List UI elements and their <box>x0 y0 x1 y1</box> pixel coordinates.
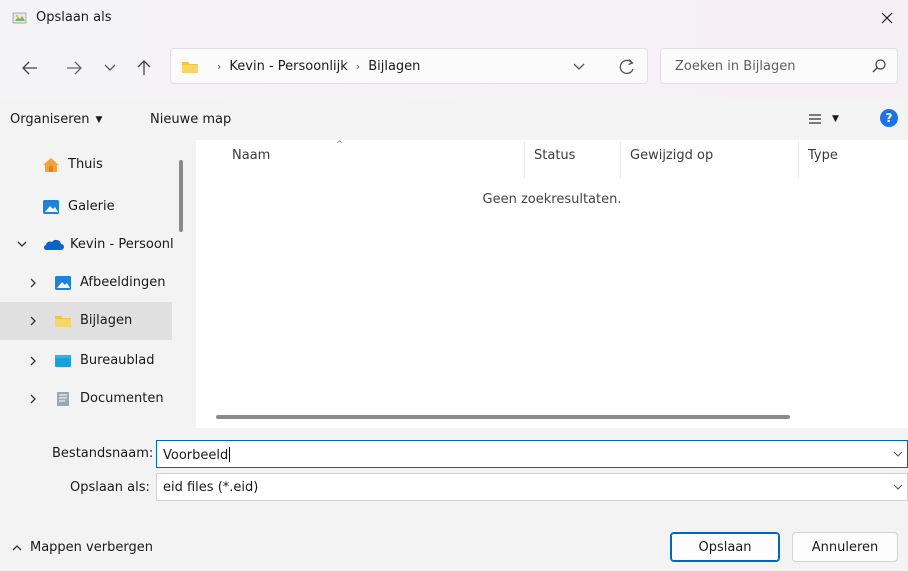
organize-label: Organiseren <box>10 112 90 127</box>
column-header-gewijzigd-op[interactable]: Gewijzigd op <box>630 148 713 163</box>
filetype-select[interactable]: eid files (*.eid) <box>156 473 908 501</box>
sidebar-item-bijlagen[interactable]: Bijlagen <box>0 302 172 340</box>
chevron-right-icon <box>30 278 36 288</box>
sidebar-item-label: Bureaublad <box>80 353 155 368</box>
arrow-up-icon <box>137 60 151 75</box>
breadcrumb-separator-icon: › <box>355 60 361 73</box>
save-button[interactable]: Opslaan <box>670 532 780 562</box>
chevron-up-icon <box>12 544 22 550</box>
hide-folders-button[interactable]: Mappen verbergen <box>12 540 153 555</box>
close-button[interactable] <box>874 6 900 30</box>
breadcrumb-item-kevin[interactable]: Kevin - Persoonlijk <box>229 59 347 74</box>
arrow-right-icon <box>67 61 82 75</box>
help-button[interactable]: ? <box>880 109 898 127</box>
filename-value: Voorbeeld <box>163 447 231 463</box>
sidebar-item-documenten[interactable]: Documenten <box>0 380 172 418</box>
sidebar-item-label: Documenten <box>80 391 164 406</box>
caret-down-icon: ▼ <box>95 114 103 125</box>
chevron-right-icon <box>30 394 36 404</box>
new-folder-button[interactable]: Nieuwe map <box>150 112 231 127</box>
address-bar[interactable]: › Kevin - Persoonlijk › Bijlagen <box>170 48 648 84</box>
chevron-down-icon <box>893 484 903 490</box>
column-header-naam[interactable]: Naam <box>232 148 270 163</box>
chevron-down-icon <box>17 241 27 247</box>
sidebar-item-kevin-persoonlijk[interactable]: Kevin - Persoonl <box>0 226 174 264</box>
empty-message: Geen zoekresultaten. <box>482 192 622 207</box>
column-header-type[interactable]: Type <box>808 148 838 163</box>
title-bar: Opslaan als <box>0 0 908 36</box>
window-title: Opslaan als <box>36 10 112 25</box>
arrow-left-icon <box>22 61 37 75</box>
navigation-scrollbar[interactable] <box>179 160 183 232</box>
organize-button[interactable]: Organiseren ▼ <box>10 112 102 127</box>
chevron-down-icon[interactable] <box>569 59 589 75</box>
navigation-pane: Thuis Galerie Kevin - Persoonl Afbeeldin… <box>0 140 196 428</box>
file-list: ^ Naam Status Gewijzigd op Type Geen zoe… <box>196 140 908 428</box>
sidebar-item-label: Bijlagen <box>80 313 133 328</box>
documents-icon <box>57 392 69 406</box>
search-icon <box>872 59 886 73</box>
filename-text: Voorbeeld <box>163 448 229 463</box>
filetype-value: eid files (*.eid) <box>163 480 259 495</box>
breadcrumb-item-bijlagen[interactable]: Bijlagen <box>368 59 420 74</box>
list-view-icon <box>809 114 821 124</box>
text-cursor <box>229 447 231 462</box>
up-button[interactable] <box>132 56 156 80</box>
search-input[interactable]: Zoeken in Bijlagen <box>660 48 898 84</box>
close-icon <box>881 12 893 24</box>
folder-icon <box>182 62 198 73</box>
save-form: Bestandsnaam: Voorbeeld Opslaan als: eid… <box>0 428 908 571</box>
chevron-right-icon <box>30 316 36 326</box>
horizontal-scrollbar[interactable] <box>216 415 790 419</box>
column-divider[interactable] <box>798 142 799 178</box>
home-icon <box>43 158 59 172</box>
view-options-button[interactable]: ▼ <box>808 110 848 128</box>
app-icon <box>12 12 27 24</box>
sidebar-item-galerie[interactable]: Galerie <box>0 188 172 226</box>
forward-button[interactable] <box>62 56 86 80</box>
gallery-icon <box>43 200 59 214</box>
navigation-bar: › Kevin - Persoonlijk › Bijlagen Zoeken … <box>0 36 908 98</box>
recent-locations-button[interactable] <box>98 56 122 80</box>
sidebar-item-thuis[interactable]: Thuis <box>0 146 172 184</box>
sidebar-item-label: Afbeeldingen <box>80 275 166 290</box>
breadcrumb: › Kevin - Persoonlijk › Bijlagen <box>209 59 420 74</box>
chevron-down-icon[interactable] <box>893 449 903 459</box>
sort-ascending-icon: ^ <box>336 140 344 150</box>
caret-down-icon: ▼ <box>832 114 839 124</box>
desktop-icon <box>55 355 71 367</box>
back-button[interactable] <box>18 56 42 80</box>
search-placeholder: Zoeken in Bijlagen <box>675 59 796 74</box>
sidebar-item-afbeeldingen[interactable]: Afbeeldingen <box>0 264 172 302</box>
cancel-button[interactable]: Annuleren <box>792 532 898 562</box>
column-header-status[interactable]: Status <box>534 148 575 163</box>
refresh-icon[interactable] <box>617 58 637 76</box>
sidebar-item-label: Kevin - Persoonl <box>70 237 174 252</box>
filename-label: Bestandsnaam: <box>52 446 154 461</box>
command-bar: Organiseren ▼ Nieuwe map ▼ ? <box>0 98 908 140</box>
filename-field[interactable]: Voorbeeld <box>156 440 908 468</box>
pictures-icon <box>55 276 71 290</box>
onedrive-icon <box>43 239 64 251</box>
sidebar-item-label: Galerie <box>68 199 115 214</box>
column-divider[interactable] <box>620 142 621 178</box>
sidebar-item-bureaublad[interactable]: Bureaublad <box>0 342 172 380</box>
chevron-down-icon <box>104 64 116 71</box>
folder-icon <box>55 316 71 327</box>
breadcrumb-separator-icon: › <box>217 60 222 73</box>
chevron-right-icon <box>30 356 36 366</box>
hide-folders-label: Mappen verbergen <box>30 540 153 555</box>
column-divider[interactable] <box>524 142 525 178</box>
filetype-label: Opslaan als: <box>70 480 150 495</box>
sidebar-item-label: Thuis <box>68 157 103 172</box>
